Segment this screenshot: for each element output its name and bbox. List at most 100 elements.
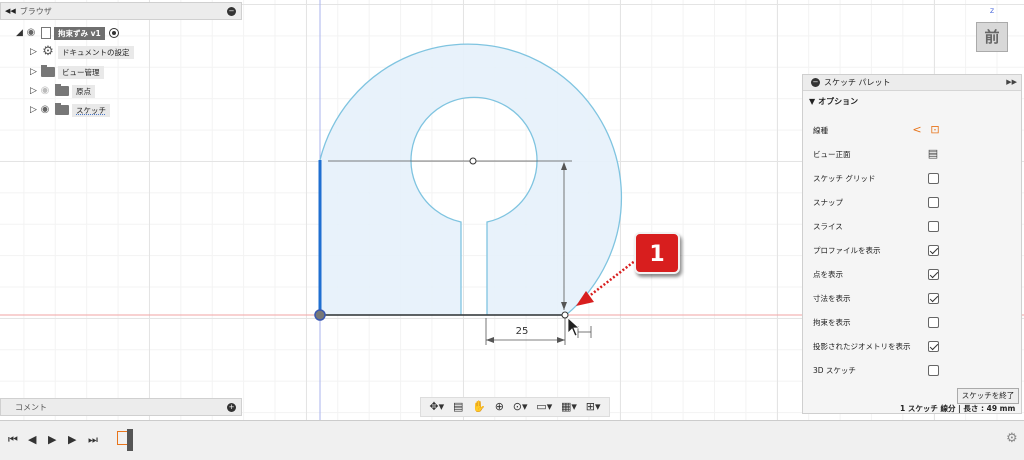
show-constraints-checkbox[interactable] [928,316,939,328]
browser-panel-header[interactable]: ◀◀ ブラウザ − [0,2,242,20]
comment-title: コメント [15,402,47,412]
expand-icon[interactable]: ▶▶ [1006,78,1017,86]
tree-item-origin[interactable]: ▷ ◉ 原点 [30,84,95,98]
show-profile-checkbox[interactable] [928,244,939,256]
comment-panel-header[interactable]: コメント + [0,398,242,416]
option-show-profile: プロファイルを表示 [813,242,1013,258]
option-label: プロファイルを表示 [813,245,881,255]
step-forward-icon[interactable]: ▶ [68,433,76,446]
center-point[interactable] [469,157,477,165]
centerline-icon[interactable]: ⊡ [929,124,941,136]
construction-line-icon[interactable]: < [911,124,923,136]
tree-label: スケッチ [72,103,110,117]
play-icon[interactable]: ▶ [48,433,56,446]
look-at-icon[interactable]: ▤ [927,148,939,160]
tree-label: ビュー管理 [58,65,104,79]
snap-checkbox[interactable] [928,196,939,208]
viewcube[interactable]: 前 [976,22,1008,52]
zoom-icon[interactable]: ⊕ [495,400,504,414]
expand-icon[interactable]: ▷ [30,47,38,57]
option-label: 寸法を表示 [813,293,851,303]
navigation-toolbar: ✥▾ ▤ ✋ ⊕ ⊙▾ ▭▾ ▦▾ ⊞▾ [420,397,610,417]
show-points-checkbox[interactable] [928,268,939,280]
zoom-window-icon[interactable]: ⊙▾ [513,400,528,414]
option-show-projected: 投影されたジオメトリを表示 [813,338,1013,354]
orbit-icon[interactable]: ✥▾ [429,400,444,414]
pan-hand-icon[interactable]: ✋ [472,400,486,414]
folder-icon [55,84,69,96]
browser-title: ブラウザ [19,6,52,16]
timeline-bar: ⏮ ◀ ▶ ▶ ⏭ ⚙ [0,420,1024,460]
expand-icon[interactable]: ▷ [30,105,38,115]
minus-icon[interactable]: − [811,78,820,87]
option-show-constraints: 拘束を表示 [813,314,1013,330]
option-sketch-grid: スケッチ グリッド [813,170,1013,186]
show-projected-checkbox[interactable] [928,340,939,352]
tree-label: 原点 [72,84,95,98]
sketch-profile[interactable] [319,43,623,316]
active-radio-icon[interactable] [108,28,119,38]
option-slice: スライス [813,218,1013,234]
3d-sketch-checkbox[interactable] [928,364,939,376]
timeline-marker[interactable] [127,429,133,451]
dim-arrow-left [486,337,494,343]
option-label: 点を表示 [813,269,843,279]
option-linetype: 線種 < ⊡ [813,122,1013,138]
expand-icon[interactable]: ▷ [30,86,38,96]
tree-item-sketches[interactable]: ▷ ◉ スケッチ [30,103,110,117]
tree-item-view-manager[interactable]: ▷ ビュー管理 [30,65,104,79]
expand-open-icon[interactable]: ◢ [16,28,24,38]
option-label: 拘束を表示 [813,317,851,327]
options-section-header[interactable]: ▼ オプション [803,91,1021,111]
origin-point[interactable] [314,309,326,321]
step-back-icon[interactable]: ◀ [28,433,36,446]
option-label: 3D スケッチ [813,365,856,375]
cursor-icon [567,317,581,337]
eye-hidden-icon[interactable]: ◉ [38,86,52,96]
expand-icon[interactable]: ▷ [30,67,38,77]
display-settings-icon[interactable]: ▭▾ [536,400,552,414]
sketch-grid-checkbox[interactable] [928,172,939,184]
tree-label: ドキュメントの設定 [58,45,134,59]
go-to-end-icon[interactable]: ⏭ [88,433,98,447]
option-look-at: ビュー正面 ▤ [813,146,1013,162]
look-at-icon[interactable]: ▤ [453,400,463,414]
palette-title: スケッチ パレット [824,78,891,87]
z-axis-label: Z [990,8,995,15]
collapse-icon[interactable]: ◀◀ [5,7,16,15]
grid-settings-icon[interactable]: ▦▾ [561,400,577,414]
dim-arrow-right [557,337,565,343]
option-3d-sketch: 3D スケッチ [813,362,1013,378]
section-collapse-icon[interactable]: ▼ [809,97,815,106]
gear-icon: ⚙ [42,44,54,59]
options-title: オプション [818,96,859,106]
show-dimensions-checkbox[interactable] [928,292,939,304]
viewports-icon[interactable]: ⊞▾ [586,400,601,414]
option-label: ビュー正面 [813,149,851,159]
end-point[interactable] [561,311,569,319]
sketch-palette: − スケッチ パレット ▶▶ ▼ オプション 線種 < ⊡ ビュー正面 ▤ スケ… [802,74,1022,414]
folder-icon [55,103,69,115]
option-show-points: 点を表示 [813,266,1013,282]
tree-label: 拘束ずみ v1 [54,26,105,40]
tree-item-document[interactable]: ◢ ◉ 拘束ずみ v1 [16,26,119,40]
option-label: 投影されたジオメトリを表示 [813,341,911,351]
eye-icon[interactable]: ◉ [24,28,38,38]
folder-icon [41,65,55,77]
option-label: スケッチ グリッド [813,173,876,183]
dimension-value[interactable]: 25 [516,326,529,337]
finish-sketch-button[interactable]: スケッチを終了 [957,388,1019,404]
selection-status: 1 スケッチ 線分 | 長さ : 49 mm [900,404,1016,413]
option-label: 線種 [813,125,828,135]
option-show-dimensions: 寸法を表示 [813,290,1013,306]
slice-checkbox[interactable] [928,220,939,232]
option-snap: スナップ [813,194,1013,210]
plus-icon[interactable]: + [227,403,236,412]
document-icon [41,27,51,39]
minus-icon[interactable]: − [227,7,236,16]
eye-icon[interactable]: ◉ [38,105,52,115]
palette-header[interactable]: − スケッチ パレット ▶▶ [803,75,1021,91]
settings-gear-icon[interactable]: ⚙ [1006,431,1018,446]
tree-item-doc-settings[interactable]: ▷ ⚙ ドキュメントの設定 [30,45,134,59]
go-to-start-icon[interactable]: ⏮ [8,433,18,447]
